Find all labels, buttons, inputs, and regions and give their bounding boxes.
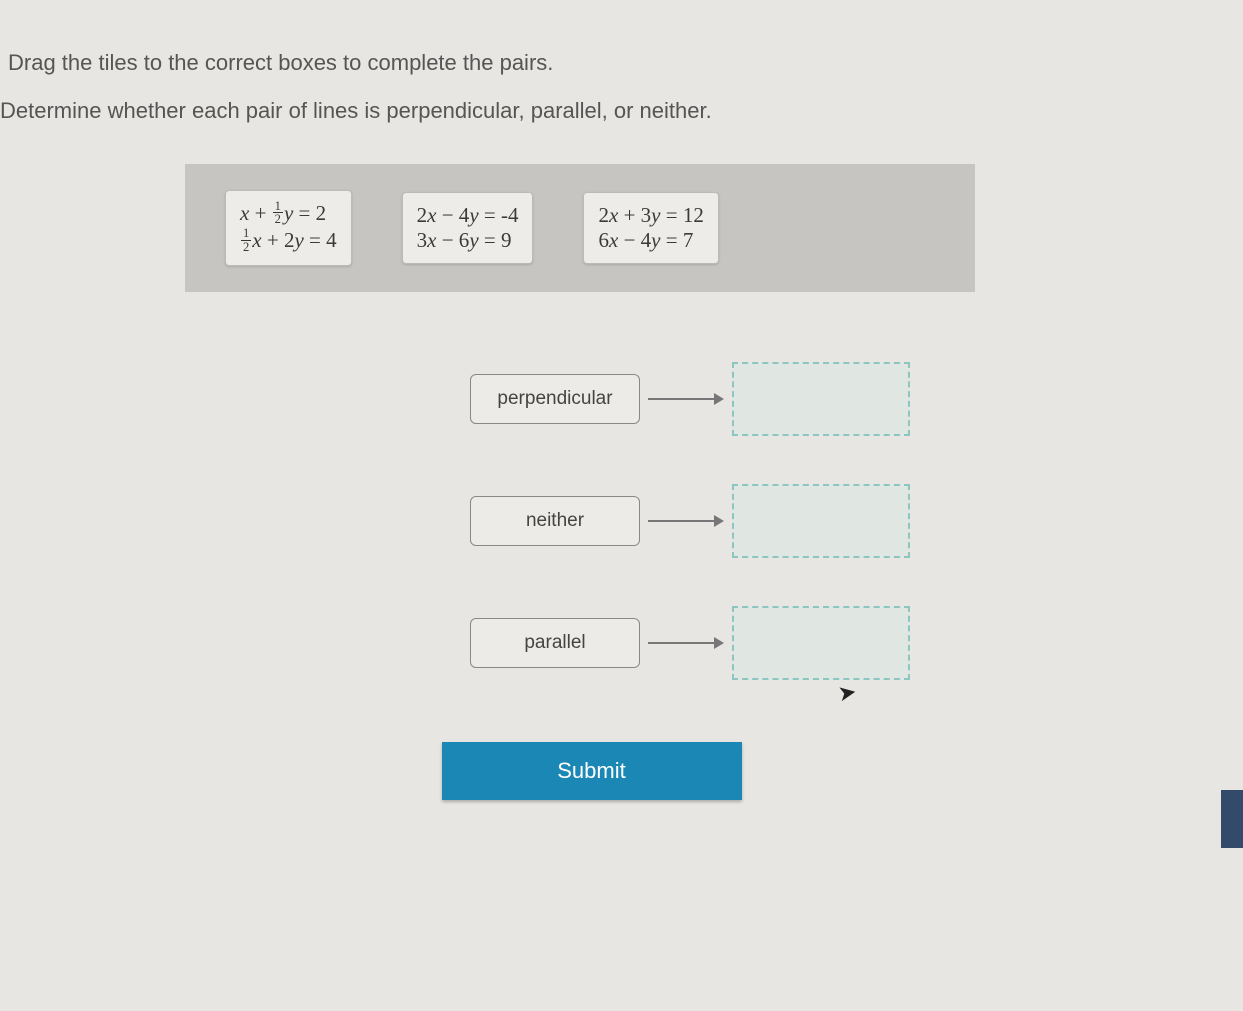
arrow-icon bbox=[640, 637, 732, 649]
instruction-subtitle: Determine whether each pair of lines is … bbox=[0, 98, 1243, 124]
arrow-icon bbox=[640, 515, 732, 527]
match-row-neither: neither bbox=[470, 484, 1243, 558]
label-parallel: parallel bbox=[470, 618, 640, 668]
arrow-icon bbox=[640, 393, 732, 405]
tile-tray: x + 12y = 2 12x + 2y = 4 2x − 4y = -4 3x… bbox=[185, 164, 975, 292]
tile-equation-pair-1[interactable]: x + 12y = 2 12x + 2y = 4 bbox=[225, 190, 352, 267]
cursor-icon: ➤ bbox=[836, 679, 859, 708]
label-neither: neither bbox=[470, 496, 640, 546]
tile-equation-pair-2[interactable]: 2x − 4y = -4 3x − 6y = 9 bbox=[402, 192, 534, 264]
dropzone-parallel[interactable] bbox=[732, 606, 910, 680]
label-perpendicular: perpendicular bbox=[470, 374, 640, 424]
match-row-parallel: parallel bbox=[470, 606, 1243, 680]
submit-button[interactable]: Submit bbox=[442, 742, 742, 800]
side-panel-stub[interactable] bbox=[1221, 790, 1243, 848]
match-row-perpendicular: perpendicular bbox=[470, 362, 1243, 436]
instruction-title: Drag the tiles to the correct boxes to c… bbox=[8, 50, 1243, 76]
tile-equation-pair-3[interactable]: 2x + 3y = 12 6x − 4y = 7 bbox=[583, 192, 718, 264]
match-area: perpendicular neither parallel bbox=[470, 362, 1243, 680]
dropzone-perpendicular[interactable] bbox=[732, 362, 910, 436]
dropzone-neither[interactable] bbox=[732, 484, 910, 558]
